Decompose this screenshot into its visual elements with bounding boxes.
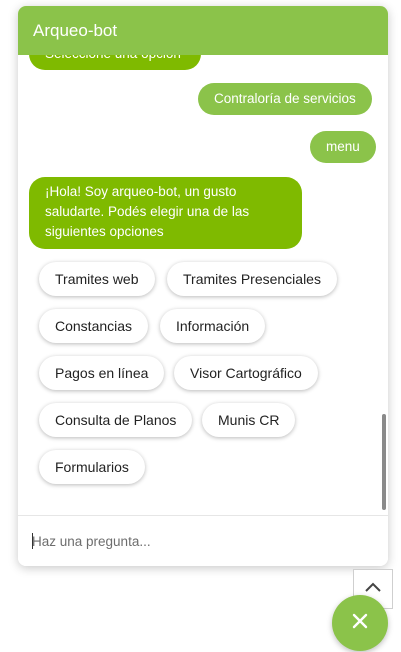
close-chat-button[interactable] (332, 595, 388, 651)
option-visor-cartografico[interactable]: Visor Cartográfico (174, 356, 318, 390)
option-formularios[interactable]: Formularios (39, 450, 145, 484)
close-icon (352, 613, 368, 634)
text-caret (32, 533, 33, 549)
user-message: Contraloría de servicios (198, 83, 372, 115)
user-message: menu (310, 131, 376, 163)
scrollbar[interactable] (382, 414, 386, 510)
chat-title: Arqueo-bot (33, 21, 118, 40)
option-consulta-de-planos[interactable]: Consulta de Planos (39, 403, 193, 437)
option-constancias[interactable]: Constancias (39, 309, 149, 343)
question-input[interactable] (32, 530, 372, 552)
chat-window: Seleccione una opción Contraloría de ser… (18, 6, 388, 566)
option-tramites-presenciales[interactable]: Tramites Presenciales (167, 262, 337, 296)
option-pagos-en-linea[interactable]: Pagos en línea (39, 356, 165, 390)
option-munis-cr[interactable]: Munis CR (202, 403, 296, 437)
option-tramites-web[interactable]: Tramites web (39, 262, 155, 296)
message-list[interactable]: Seleccione una opción Contraloría de ser… (18, 6, 388, 515)
option-informacion[interactable]: Información (160, 309, 266, 343)
chat-header: Arqueo-bot (18, 6, 388, 55)
bot-message: ¡Hola! Soy arqueo-bot, un gusto saludart… (29, 177, 302, 249)
input-area (18, 515, 388, 566)
